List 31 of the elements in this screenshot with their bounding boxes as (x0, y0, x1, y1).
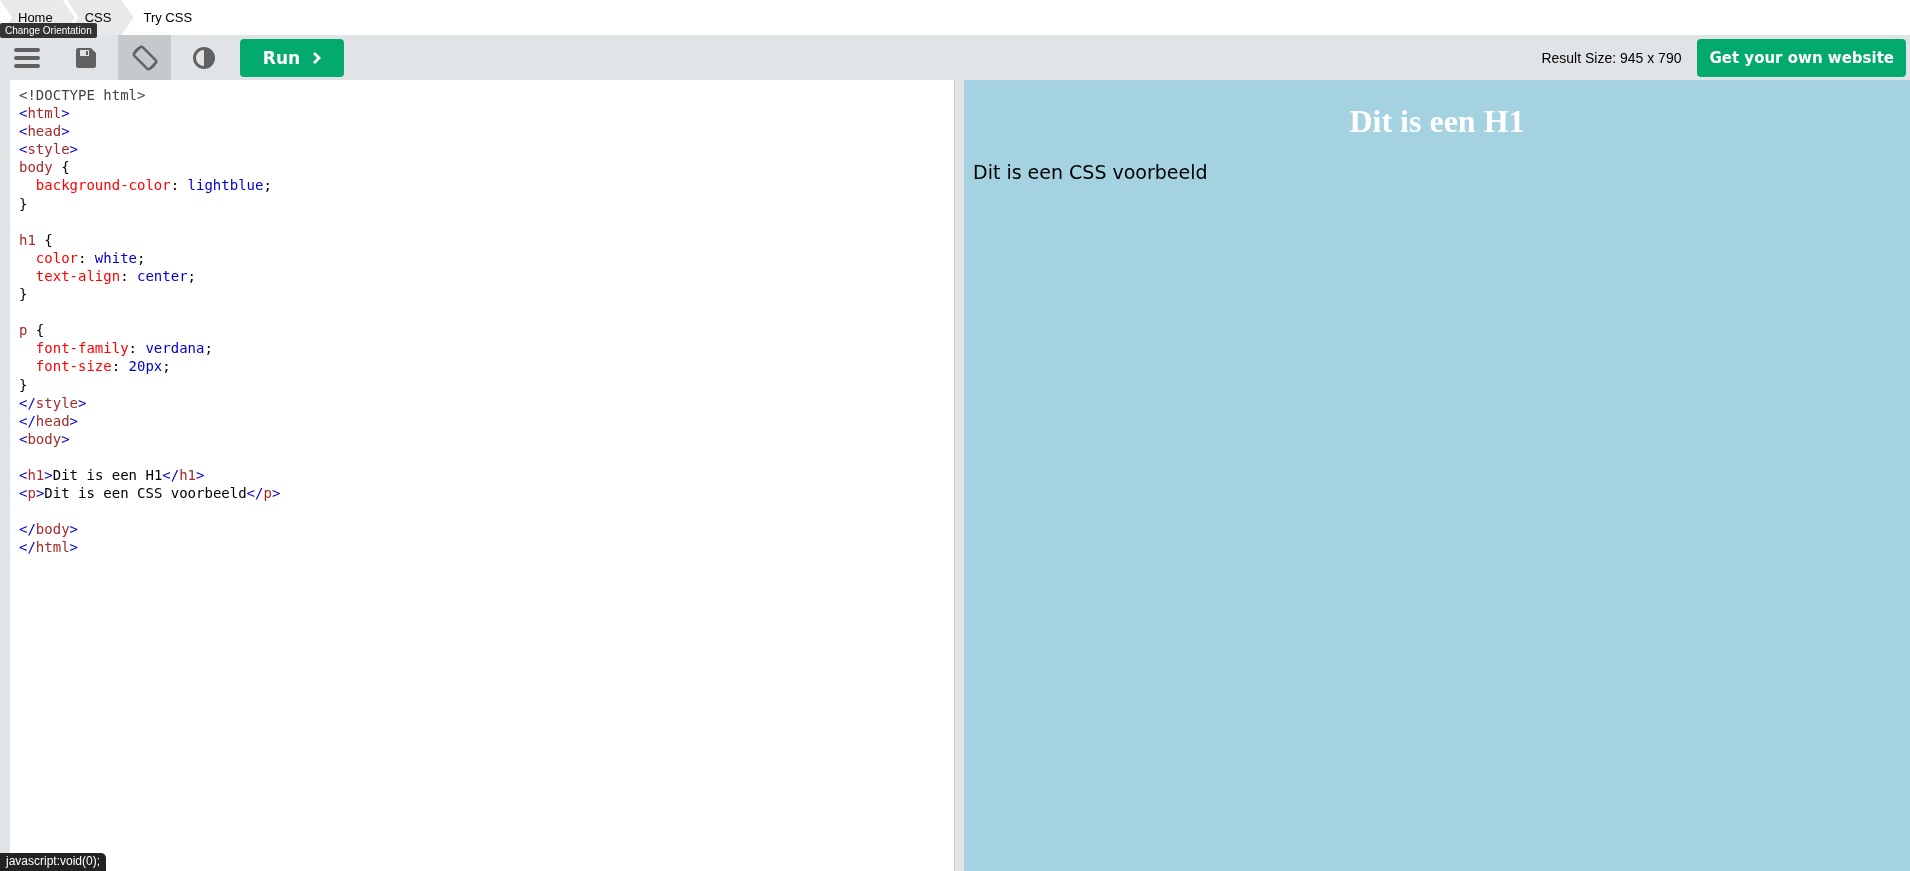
code-line: } (19, 285, 29, 304)
code-line: </body> (19, 520, 79, 539)
result-size-label: Result Size: 945 x 790 (1541, 49, 1682, 66)
code-line: } (19, 375, 29, 394)
code-line: <body> (19, 429, 71, 448)
code-line: </head> (19, 411, 79, 430)
code-line: body { (19, 158, 71, 177)
code-line: <p>Dit is een CSS voorbeeld</p> (19, 484, 282, 503)
code-line: <head> (19, 122, 71, 141)
code-line: <!DOCTYPE html> (19, 86, 147, 105)
tooltip: Change Orientation (0, 23, 97, 38)
preview-paragraph: Dit is een CSS voorbeeld (973, 161, 1209, 183)
contrast-icon (192, 46, 215, 69)
code-line: font-size: 20px; (34, 357, 172, 376)
preview-heading: Dit is een H1 (1348, 102, 1526, 141)
code-line: color: white; (34, 248, 147, 267)
code-line: h1 { (19, 230, 54, 249)
menu-icon (13, 46, 40, 69)
status-url: javascript:void(0); (0, 853, 107, 871)
code-line: <h1>Dit is een H1</h1> (19, 465, 206, 485)
code-line: </style> (19, 393, 88, 412)
code-line: p { (19, 321, 46, 340)
code-line: font-family: verdana; (34, 339, 214, 358)
code-line: </html> (19, 538, 79, 557)
chevron-icon (312, 50, 322, 65)
code-line: background-color: lightblue; (34, 176, 273, 195)
rotate-device-button[interactable] (118, 35, 171, 80)
code-line: <style> (19, 140, 80, 159)
code-line: } (19, 194, 29, 213)
code-line: <html> (19, 104, 71, 123)
code-line: text-align: center; (34, 266, 197, 286)
